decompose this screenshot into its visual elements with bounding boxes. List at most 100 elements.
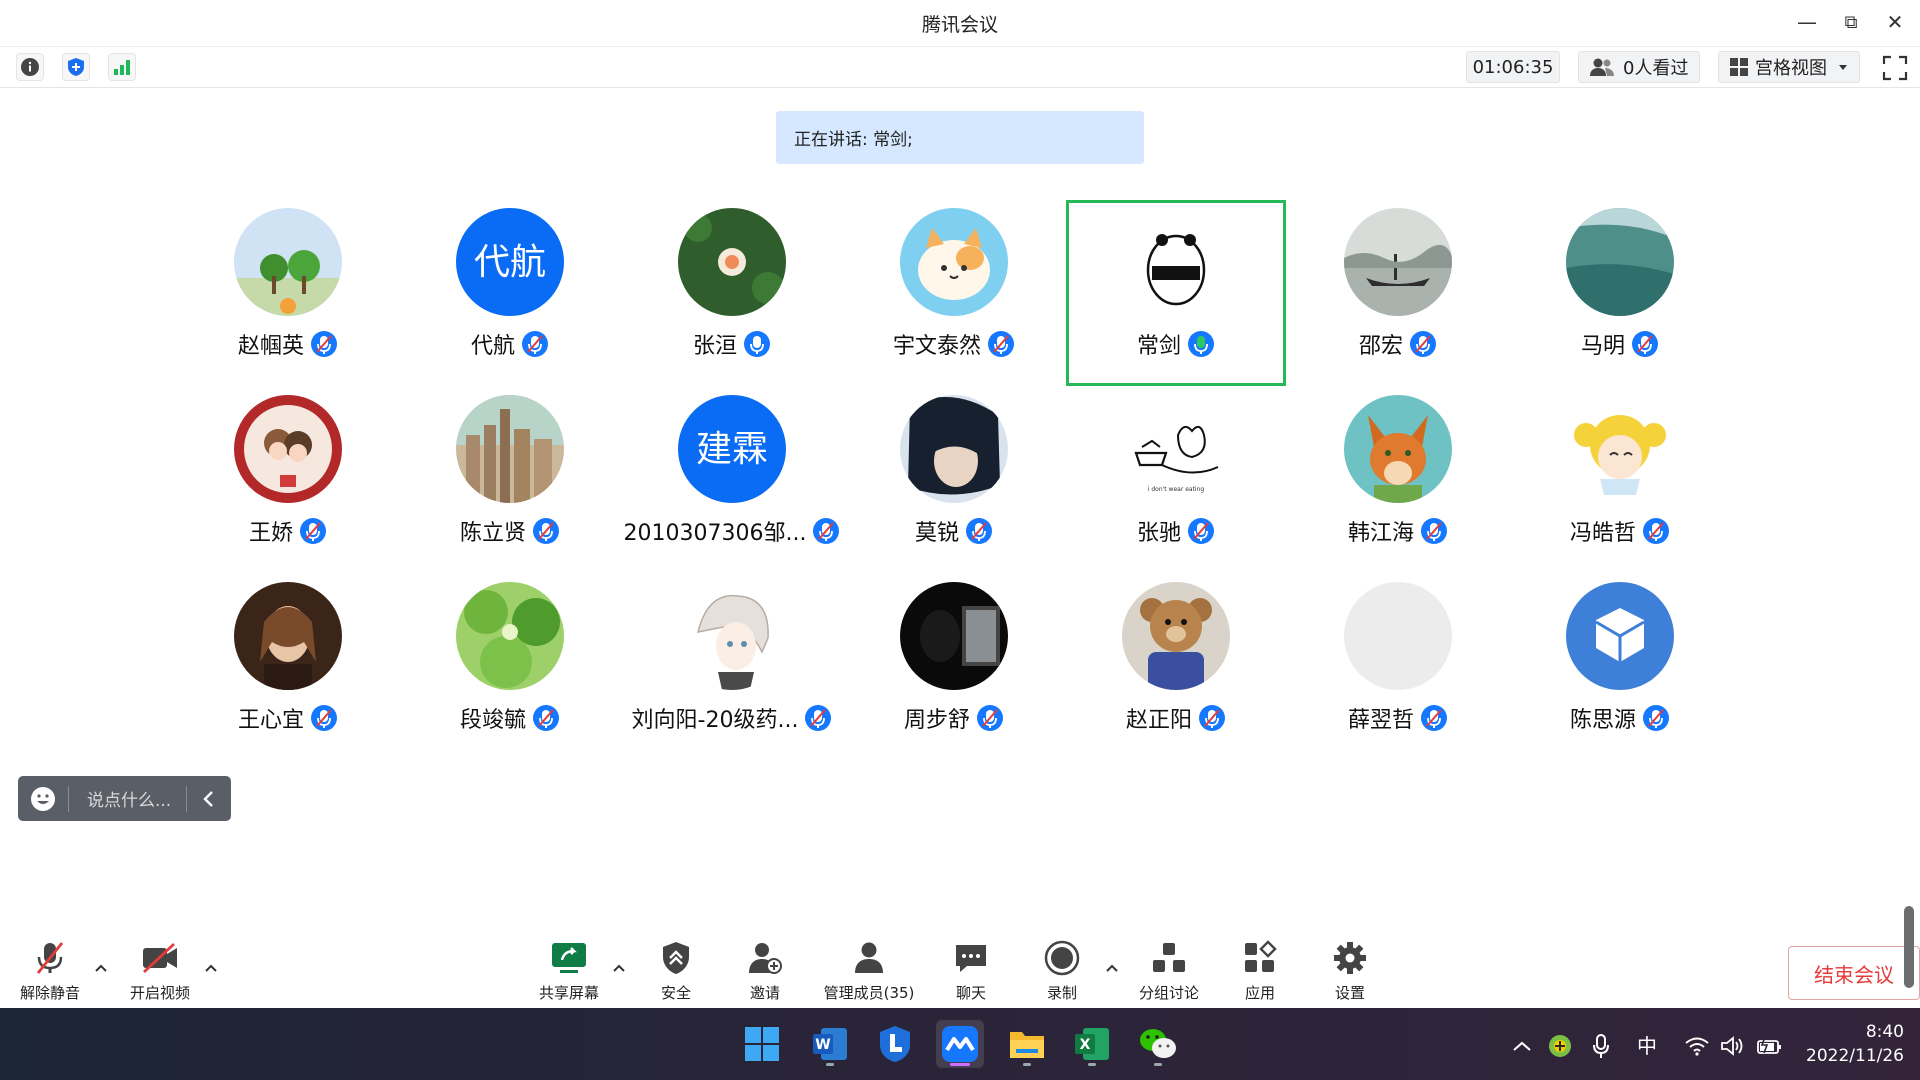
tencent-meeting-icon[interactable] — [936, 1020, 984, 1068]
participant-tile[interactable]: i don't wear eating 张驰 — [1066, 387, 1286, 573]
participant-name: 常剑 — [1136, 334, 1181, 359]
breakout-rooms-icon — [1149, 938, 1189, 978]
avatar — [678, 208, 786, 316]
share-screen-button[interactable]: 共享屏幕 — [514, 938, 624, 1003]
mic-muted-icon — [805, 705, 832, 731]
record-button[interactable]: 录制 — [1007, 938, 1117, 1003]
participant-name: 2010307306邹... — [623, 521, 807, 546]
avatar — [234, 208, 342, 316]
unmute-button[interactable]: 解除静音 — [0, 938, 105, 1003]
excel-running-dot — [1088, 1063, 1096, 1066]
participant-name: 王心宜 — [237, 708, 304, 733]
participant-name-row: 周步舒 — [844, 702, 1064, 734]
svg-text:W: W — [815, 1037, 830, 1053]
record-label: 录制 — [1046, 984, 1077, 1002]
battery-charging-icon[interactable] — [1756, 1036, 1784, 1056]
participant-tile[interactable]: 莫锐 — [844, 387, 1064, 573]
tray-app-icon[interactable] — [1548, 1034, 1572, 1058]
participant-tile[interactable]: 代航 代航 — [400, 200, 620, 386]
mic-muted-icon — [977, 705, 1003, 731]
emoji-icon[interactable] — [18, 786, 68, 812]
avatar — [1344, 582, 1452, 690]
mic-muted-icon — [1643, 705, 1669, 731]
participant-name-row: 邵宏 — [1288, 328, 1508, 360]
participant-tile[interactable]: 赵帼英 — [178, 200, 398, 386]
mic-muted-icon — [1410, 331, 1436, 357]
clock-date: 2022/11/26 — [1806, 1046, 1904, 1066]
participant-name-row: 刘向阳-20级药... — [622, 702, 842, 734]
participant-tile[interactable]: 韩江海 — [1288, 387, 1508, 573]
manage-members-button[interactable]: 管理成员(35) — [814, 938, 924, 1003]
participant-tile[interactable]: 马明 — [1510, 200, 1730, 386]
avatar-initials: 代航 — [474, 242, 546, 283]
wifi-icon[interactable] — [1684, 1036, 1710, 1056]
avatar — [1344, 208, 1452, 316]
avatar — [234, 395, 342, 503]
participant-name-row: 张洹 — [622, 328, 842, 360]
participant-name: 宇文泰然 — [892, 334, 981, 359]
security-label: 安全 — [660, 984, 691, 1002]
mic-muted-icon — [311, 331, 337, 357]
word-icon[interactable]: W — [806, 1020, 854, 1068]
participant-name-row: 莫锐 — [844, 515, 1064, 547]
camera-off-icon — [140, 938, 180, 978]
tray-overflow-chevron-icon[interactable] — [1512, 1040, 1532, 1052]
windows-start-icon[interactable] — [738, 1020, 786, 1068]
participant-tile[interactable]: 陈立贤 — [400, 387, 620, 573]
chat-placeholder[interactable]: 说点什么... — [69, 786, 186, 811]
participant-tile[interactable]: 薛翌哲 — [1288, 574, 1508, 760]
quick-chat-bar[interactable]: 说点什么... — [18, 776, 231, 821]
participant-tile[interactable]: 建霖 2010307306邹... — [622, 387, 842, 573]
system-clock[interactable]: 8:40 2022/11/26 — [1792, 1020, 1904, 1068]
participant-tile[interactable]: 段竣毓 — [400, 574, 620, 760]
breakout-label: 分组讨论 — [1138, 984, 1199, 1002]
participant-tile[interactable]: 宇文泰然 — [844, 200, 1064, 386]
grid-clip — [0, 760, 1920, 920]
participant-name: 陈思源 — [1569, 708, 1636, 733]
control-bar: 解除静音 开启视频 共享屏幕 安全 邀请 管理成员(35) 聊天 录制 分组讨论… — [0, 930, 1920, 1008]
participant-name: 邵宏 — [1358, 334, 1403, 359]
participant-name: 张洹 — [692, 334, 737, 359]
participant-tile[interactable]: 常剑 — [1066, 200, 1286, 386]
participant-tile[interactable]: 陈思源 — [1510, 574, 1730, 760]
mic-muted-icon — [300, 518, 326, 544]
windows-taskbar: W X 中 8:40 2022/11/26 — [0, 1008, 1920, 1080]
chevron-left-icon[interactable] — [187, 790, 231, 808]
participant-name-row: 王心宜 — [178, 702, 398, 734]
settings-button[interactable]: 设置 — [1295, 938, 1405, 1003]
participant-tile[interactable]: 邵宏 — [1288, 200, 1508, 386]
scrollbar-thumb[interactable] — [1904, 906, 1914, 988]
participant-name-row: 薛翌哲 — [1288, 702, 1508, 734]
participant-tile[interactable]: 刘向阳-20级药... — [622, 574, 842, 760]
avatar: i don't wear eating — [1122, 395, 1230, 503]
mic-muted-icon — [966, 518, 992, 544]
participant-name-row: 陈思源 — [1510, 702, 1730, 734]
invite-button[interactable]: 邀请 — [710, 938, 820, 1003]
end-meeting-button[interactable]: 结束会议 — [1788, 946, 1920, 1000]
start-video-button[interactable]: 开启视频 — [105, 938, 215, 1003]
explorer-running-dot — [1023, 1063, 1031, 1066]
participant-tile[interactable]: 王心宜 — [178, 574, 398, 760]
file-explorer-icon[interactable] — [1003, 1020, 1051, 1068]
excel-icon[interactable]: X — [1068, 1020, 1116, 1068]
video-options-caret-icon[interactable] — [203, 960, 219, 976]
ime-indicator[interactable]: 中 — [1637, 1030, 1657, 1059]
participant-name-row: 赵帼英 — [178, 328, 398, 360]
svg-text:i don't wear eating: i don't wear eating — [1148, 486, 1205, 493]
share-screen-icon — [549, 938, 589, 978]
participant-tile[interactable]: 冯皓哲 — [1510, 387, 1730, 573]
wechat-icon[interactable] — [1134, 1020, 1182, 1068]
participant-tile[interactable]: 张洹 — [622, 200, 842, 386]
avatar — [900, 582, 1008, 690]
participant-tile[interactable]: 周步舒 — [844, 574, 1064, 760]
participant-name-row: 代航 — [400, 328, 620, 360]
mic-muted-icon — [30, 938, 70, 978]
mic-muted-icon — [522, 331, 548, 357]
participant-tile[interactable]: 王娇 — [178, 387, 398, 573]
speaker-icon[interactable] — [1720, 1036, 1744, 1056]
share-screen-label: 共享屏幕 — [538, 984, 599, 1002]
participant-name: 刘向阳-20级药... — [631, 708, 799, 733]
lens-app-icon[interactable] — [871, 1020, 919, 1068]
participant-tile[interactable]: 赵正阳 — [1066, 574, 1286, 760]
tray-microphone-icon[interactable] — [1592, 1034, 1610, 1060]
